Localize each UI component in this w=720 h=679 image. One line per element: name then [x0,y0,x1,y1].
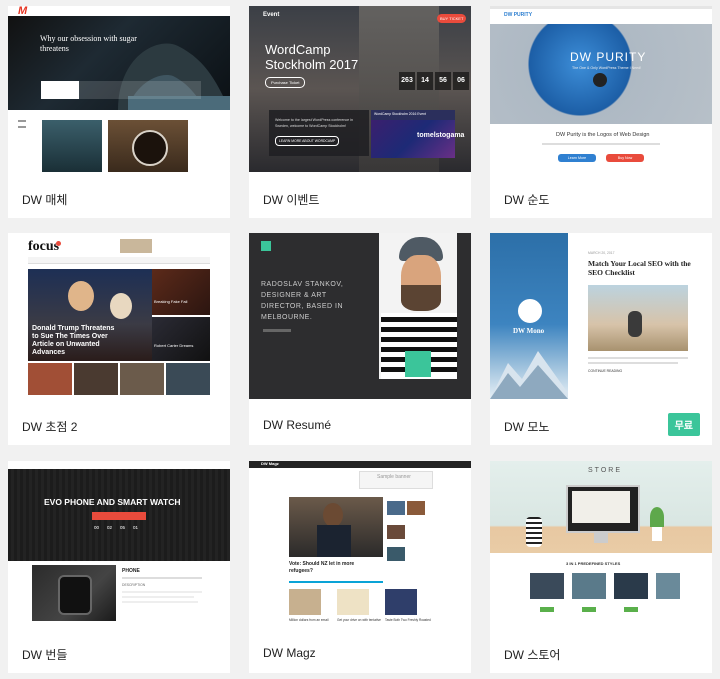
theme-card-bundle[interactable]: EVO PHONE AND SMART WATCH 00 02 05 01 PH… [8,461,230,673]
theme-name[interactable]: DW 스토어 [504,646,560,663]
resume-intro-4: MELBOURNE. [261,314,313,321]
theme-name[interactable]: DW 순도 [504,191,549,208]
focus-side-headline-2: Robert Carter Dreams [154,343,194,348]
theme-name[interactable]: DW 이벤트 [263,191,319,208]
theme-card-focus[interactable]: focus Donald Trump Threatens to Sue The … [8,233,230,445]
theme-card-media[interactable]: M Why our obsession with sugar threatens… [8,6,230,218]
store-view-button[interactable] [540,607,554,612]
event-video-title: WordCamp Stockholm 2016 Event [374,112,426,116]
bundle-countdown-3: 05 [120,525,126,530]
store-logo: STORE [588,467,622,474]
focus-side-headline-1: Breaking Fake Fail [154,299,188,304]
event-countdown-days: 263 [399,72,415,90]
theme-preview-media[interactable]: M Why our obsession with sugar threatens [8,6,230,172]
theme-name[interactable]: DW Magz [263,646,316,660]
theme-preview-event[interactable]: Event BUY TICKET WordCamp Stockholm 2017… [249,6,471,172]
purity-learn-more-button[interactable]: Learn More [558,154,596,162]
resume-intro-3: DIRECTOR, BASED IN [261,303,343,310]
event-video-overlay: tomelstogama [417,132,465,139]
free-badge: 무료 [667,413,700,436]
purity-tagline: DW Purity is the Logos of Web Design [556,132,650,138]
theme-preview-store[interactable]: STORE 3 IN 1 PREDEFINED STYLES [490,461,712,627]
media-headline-2: threatens [40,44,69,53]
event-info-1: Welcome to the largest WordPress confere… [275,118,353,122]
media-headline-1: Why our obsession with sugar [40,34,137,43]
purity-hero-sub: The One & Only WordPress Theme I Need! [572,66,642,70]
resume-intro-2: DESIGNER & ART [261,292,327,299]
magz-ad-banner: Sample banner [377,474,411,480]
theme-preview-mono[interactable]: DW Mono MARCH 20, 2017 Match Your Local … [490,233,712,399]
event-countdown-hours: 14 [417,72,433,90]
event-title-2: Stockholm 2017 [265,57,359,72]
purity-hero-title: DW PURITY [570,50,647,64]
theme-preview-resume[interactable]: RADOSLAV STANKOV, DESIGNER & ART DIRECTO… [249,233,471,399]
theme-card-store[interactable]: STORE 3 IN 1 PREDEFINED STYLES DW 스토어 [490,461,712,673]
theme-card-resume[interactable]: RADOSLAV STANKOV, DESIGNER & ART DIRECTO… [249,233,471,445]
theme-name[interactable]: DW 초점 2 [22,418,77,435]
theme-preview-magz[interactable]: DW Magz Sample banner Vote: Should NZ le… [249,461,471,627]
bundle-countdown-4: 01 [133,525,139,530]
event-logo: Event [263,12,280,18]
bundle-product-title: PHONE [122,568,140,574]
magz-caption-3: Taste Both Two Freshly Roasted [385,618,431,622]
bundle-countdown-1: 00 [94,525,100,530]
purity-buy-now-button[interactable]: Buy Now [606,154,644,162]
theme-name[interactable]: DW Resumé [263,418,331,432]
purity-play-button[interactable] [593,73,607,87]
theme-name[interactable]: DW 모노 [504,418,549,435]
focus-headline-1: Donald Trump Threatens [32,325,115,332]
store-view-button[interactable] [582,607,596,612]
resume-intro-1: RADOSLAV STANKOV, [261,281,344,288]
magz-caption-2: Get your drive on with tentative [337,618,381,622]
bundle-countdown-2: 02 [107,525,113,530]
mono-title-2: SEO Checklist [588,268,635,277]
mono-title-1: Match Your Local SEO with the [588,259,691,268]
focus-headline-2: to Sue The Times Over [32,333,108,340]
bundle-description-heading: DESCRIPTION [122,583,146,587]
theme-preview-bundle[interactable]: EVO PHONE AND SMART WATCH 00 02 05 01 PH… [8,461,230,627]
theme-card-magz[interactable]: DW Magz Sample banner Vote: Should NZ le… [249,461,471,673]
event-purchase-button[interactable]: Purchase Ticket [265,77,306,88]
focus-logo: focus [28,239,60,254]
magz-caption-1: Million dollars from an email [289,618,329,622]
focus-headline-3: Article on Unwanted [32,341,100,348]
event-info-2: Sweden, welcome to WordCamp Stockholm! [275,124,347,128]
theme-card-mono[interactable]: DW Mono MARCH 20, 2017 Match Your Local … [490,233,712,445]
avatar [518,299,542,323]
event-countdown-minutes: 56 [435,72,451,90]
resume-logo-square [261,241,271,251]
event-buy-ticket-button[interactable]: BUY TICKET [437,14,467,23]
theme-card-event[interactable]: Event BUY TICKET WordCamp Stockholm 2017… [249,6,471,218]
magz-headline-2: refugees? [289,568,313,574]
event-countdown-seconds: 06 [453,72,469,90]
store-view-button[interactable] [624,607,638,612]
magz-logo: DW Magz [261,461,279,466]
bundle-hero-title: EVO PHONE AND SMART WATCH [44,497,181,507]
purity-logo: DW PURITY [504,12,533,18]
bundle-cta-button[interactable] [92,512,146,520]
mono-logo: DW Mono [513,327,545,335]
magz-headline-1: Vote: Should NZ let in more [289,561,355,567]
mono-mountain [490,351,568,399]
theme-card-purity[interactable]: DW PURITY DW PURITY The One & Only WordP… [490,6,712,218]
theme-name[interactable]: DW 번들 [22,646,67,663]
store-section-title: 3 IN 1 PREDEFINED STYLES [566,561,621,566]
focus-headline-4: Advances [32,349,66,356]
theme-name[interactable]: DW 매체 [22,191,67,208]
event-learn-more-button[interactable]: LEARN MORE ABOUT WORDCAMP [275,136,340,146]
theme-preview-purity[interactable]: DW PURITY DW PURITY The One & Only WordP… [490,6,712,172]
mono-continue-reading[interactable]: CONTINUE READING [588,369,622,373]
event-title-1: WordCamp [265,42,331,57]
mono-date: MARCH 20, 2017 [588,251,615,255]
theme-preview-focus[interactable]: focus Donald Trump Threatens to Sue The … [8,233,230,399]
